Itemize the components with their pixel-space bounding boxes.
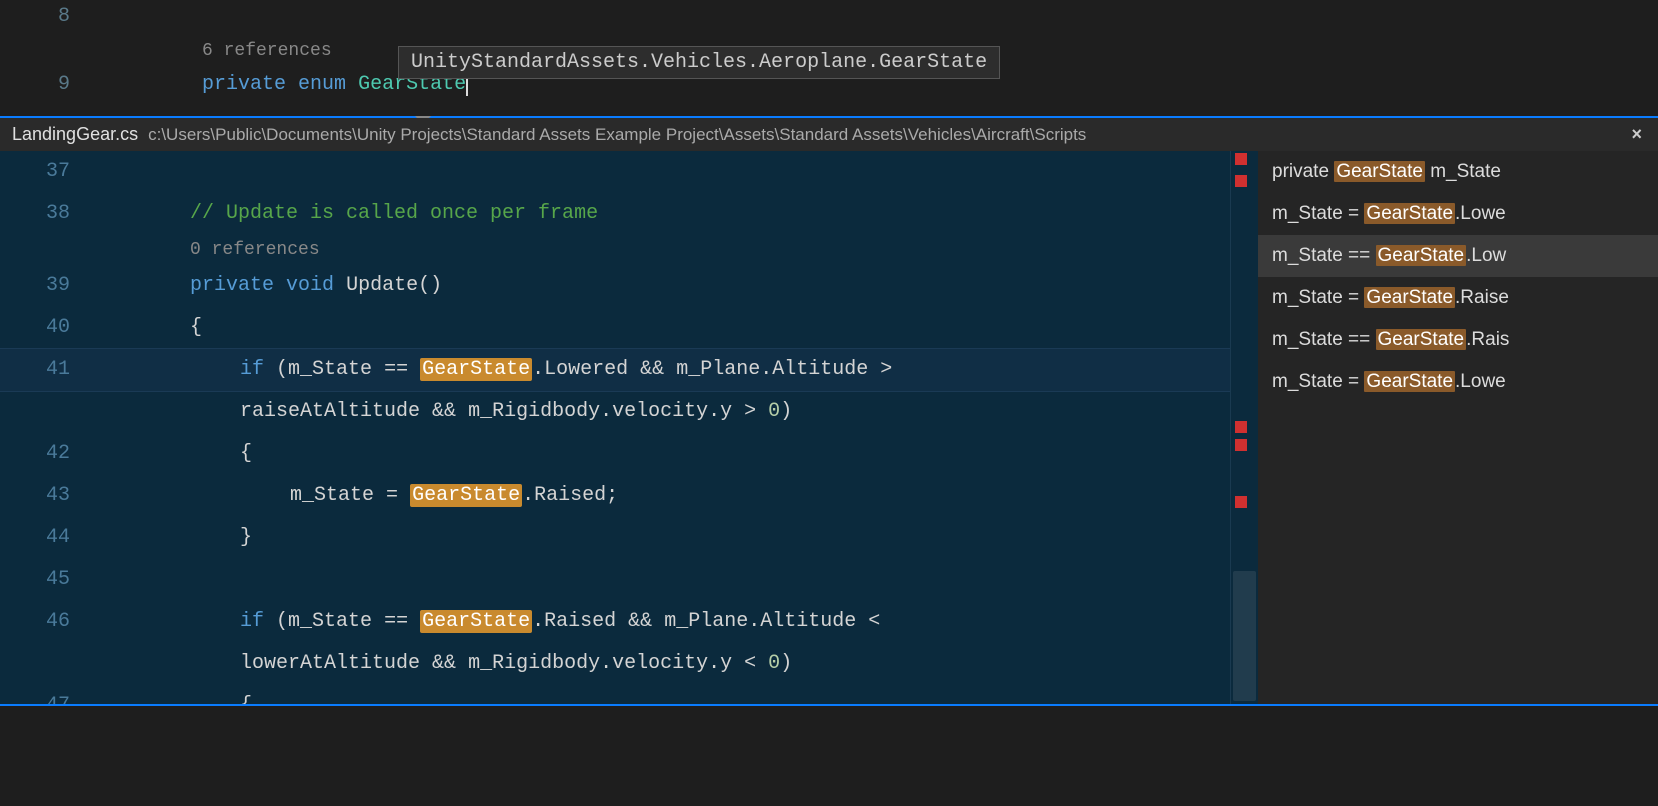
code-line-41-current[interactable]: 41 if (m_State == GearState.Lowered && m… xyxy=(0,349,1230,391)
peek-file-path: c:\Users\Public\Documents\Unity Projects… xyxy=(148,125,1086,145)
line-number: 41 xyxy=(0,349,90,391)
code-line-39: 39 private void Update() xyxy=(0,265,1230,307)
line-number: 8 xyxy=(0,0,90,34)
reference-item[interactable]: m_State = GearState.Raise xyxy=(1258,277,1658,319)
hover-tooltip: UnityStandardAssets.Vehicles.Aeroplane.G… xyxy=(398,46,1000,79)
keyword-enum: enum xyxy=(298,73,346,96)
code-line-45: 45 xyxy=(0,559,1230,601)
line-number: 38 xyxy=(0,193,90,235)
peek-file-name: LandingGear.cs xyxy=(12,124,138,145)
scroll-marker xyxy=(1235,153,1247,165)
peek-file-header: LandingGear.cs c:\Users\Public\Documents… xyxy=(0,118,1658,151)
code-lens[interactable]: 0 references xyxy=(190,240,320,260)
scrollbar-track[interactable] xyxy=(1230,151,1258,704)
scroll-marker xyxy=(1235,421,1247,433)
code-line-43: 43 m_State = GearState.Raised; xyxy=(0,475,1230,517)
keyword-private: private xyxy=(202,73,286,96)
line-number: 45 xyxy=(0,559,90,601)
code-line-40: 40 { xyxy=(0,307,1230,349)
code-line-38: 38 // Update is called once per frame xyxy=(0,193,1230,235)
code-line-46: 46 if (m_State == GearState.Raised && m_… xyxy=(0,601,1230,643)
line-number: 46 xyxy=(0,601,90,643)
line-number: 42 xyxy=(0,433,90,475)
references-panel[interactable]: private GearState m_State m_State = Gear… xyxy=(1258,151,1658,704)
code-line-47: 47 { xyxy=(0,685,1230,704)
reference-item[interactable]: m_State == GearState.Rais xyxy=(1258,319,1658,361)
line-number: 9 xyxy=(0,68,90,102)
code-line-8: 8 xyxy=(0,0,1658,34)
scroll-marker xyxy=(1235,175,1247,187)
line-number: 47 xyxy=(0,685,90,704)
line-number: 44 xyxy=(0,517,90,559)
highlighted-gearstate: GearState xyxy=(410,484,522,507)
reference-item[interactable]: private GearState m_State xyxy=(1258,151,1658,193)
code-line-42: 42 { xyxy=(0,433,1230,475)
peek-code-editor[interactable]: 37 38 // Update is called once per frame… xyxy=(0,151,1230,704)
code-line-46b: lowerAtAltitude && m_Rigidbody.velocity.… xyxy=(0,643,1230,685)
highlighted-gearstate: GearState xyxy=(420,358,532,381)
scroll-marker xyxy=(1235,439,1247,451)
line-number: 39 xyxy=(0,265,90,307)
line-number: 43 xyxy=(0,475,90,517)
code-line-41b: raiseAtAltitude && m_Rigidbody.velocity.… xyxy=(0,391,1230,433)
reference-item[interactable]: m_State = GearState.Lowe xyxy=(1258,361,1658,403)
code-lens-row[interactable]: 0 references xyxy=(0,235,1230,265)
line-number: 37 xyxy=(0,151,90,193)
close-icon[interactable]: × xyxy=(1631,124,1642,145)
comment: // Update is called once per frame xyxy=(190,202,598,225)
scrollbar-thumb[interactable] xyxy=(1233,571,1256,701)
code-line-37: 37 xyxy=(0,151,1230,193)
reference-item[interactable]: m_State = GearState.Lowe xyxy=(1258,193,1658,235)
highlighted-gearstate: GearState xyxy=(420,610,532,633)
code-line-44: 44 } xyxy=(0,517,1230,559)
line-number: 40 xyxy=(0,307,90,349)
reference-item-selected[interactable]: m_State == GearState.Low xyxy=(1258,235,1658,277)
peek-body: 37 38 // Update is called once per frame… xyxy=(0,151,1658,706)
scroll-marker xyxy=(1235,496,1247,508)
